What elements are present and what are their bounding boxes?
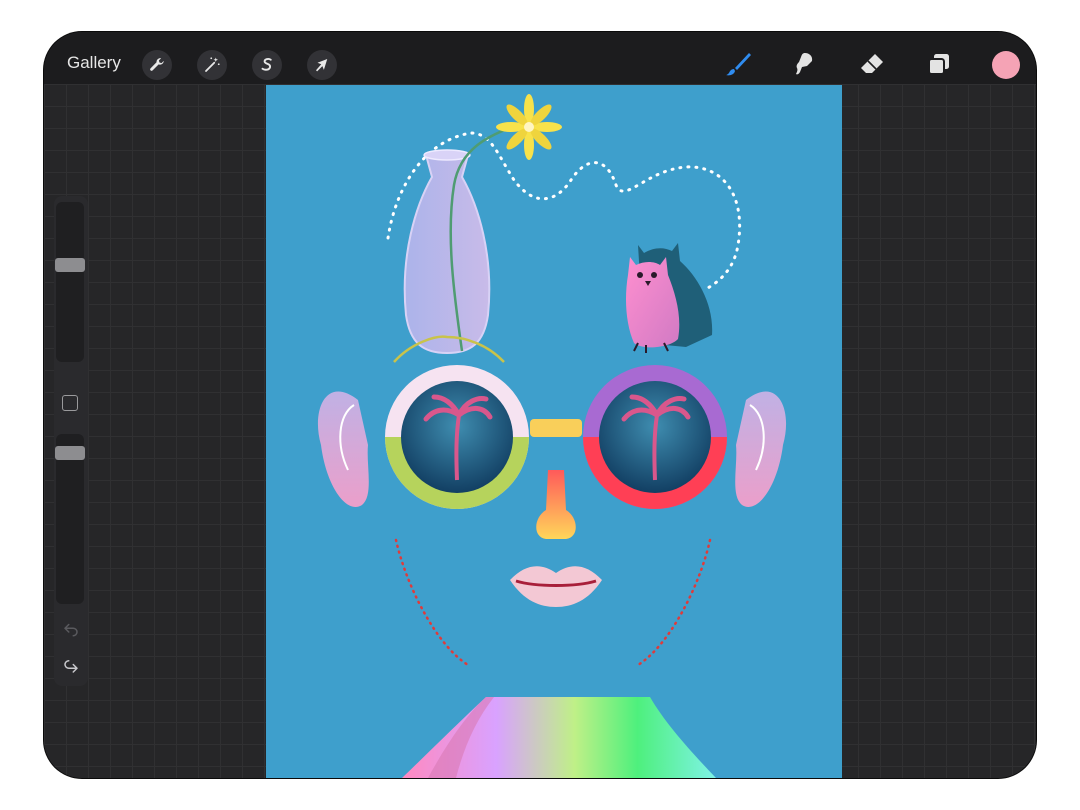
opacity-handle[interactable]	[55, 446, 85, 460]
magic-wand-icon	[205, 57, 220, 72]
color-swatch[interactable]	[992, 51, 1020, 79]
procreate-window: Gallery	[44, 32, 1036, 778]
wrench-icon	[150, 58, 164, 71]
top-toolbar: Gallery	[44, 32, 1036, 84]
eraser-tool[interactable]	[856, 48, 888, 80]
layers-icon	[928, 54, 949, 75]
arrow-cursor-icon	[316, 59, 328, 72]
actions-button[interactable]	[142, 50, 172, 80]
artwork	[317, 94, 787, 778]
eraser-icon	[861, 54, 883, 73]
left-sidebar	[54, 196, 88, 686]
layers-tool[interactable]	[923, 48, 955, 80]
brush-size-slider[interactable]	[55, 202, 85, 362]
gallery-button[interactable]: Gallery	[67, 53, 121, 73]
adjustments-button[interactable]	[197, 50, 227, 80]
smudge-icon	[796, 53, 813, 75]
transform-button[interactable]	[307, 50, 337, 80]
brush-size-handle[interactable]	[55, 258, 85, 272]
brush-tool[interactable]	[722, 48, 754, 80]
selection-s-icon	[261, 58, 272, 71]
brush-icon	[726, 53, 751, 76]
undo-button[interactable]	[59, 617, 83, 641]
square-modify-icon[interactable]	[62, 395, 78, 411]
redo-button[interactable]	[59, 654, 83, 678]
smudge-tool[interactable]	[788, 48, 820, 80]
drawing-canvas[interactable]	[266, 85, 842, 778]
redo-arrow-icon	[64, 660, 78, 673]
selection-button[interactable]	[252, 50, 282, 80]
undo-arrow-icon	[64, 623, 78, 637]
opacity-slider[interactable]	[55, 434, 85, 604]
